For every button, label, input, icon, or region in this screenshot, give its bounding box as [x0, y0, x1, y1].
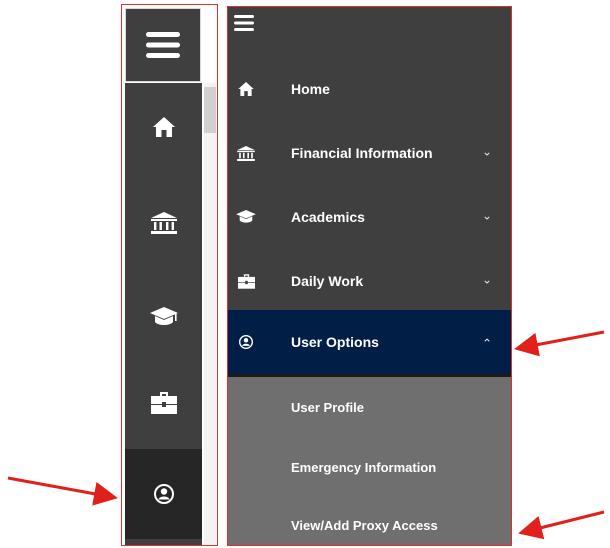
- arrow-to-user-options: [514, 330, 605, 357]
- arrow-to-rail-user-icon: [7, 476, 118, 506]
- arrow-to-proxy-access: [518, 510, 605, 540]
- annotation-arrows: [7, 330, 605, 540]
